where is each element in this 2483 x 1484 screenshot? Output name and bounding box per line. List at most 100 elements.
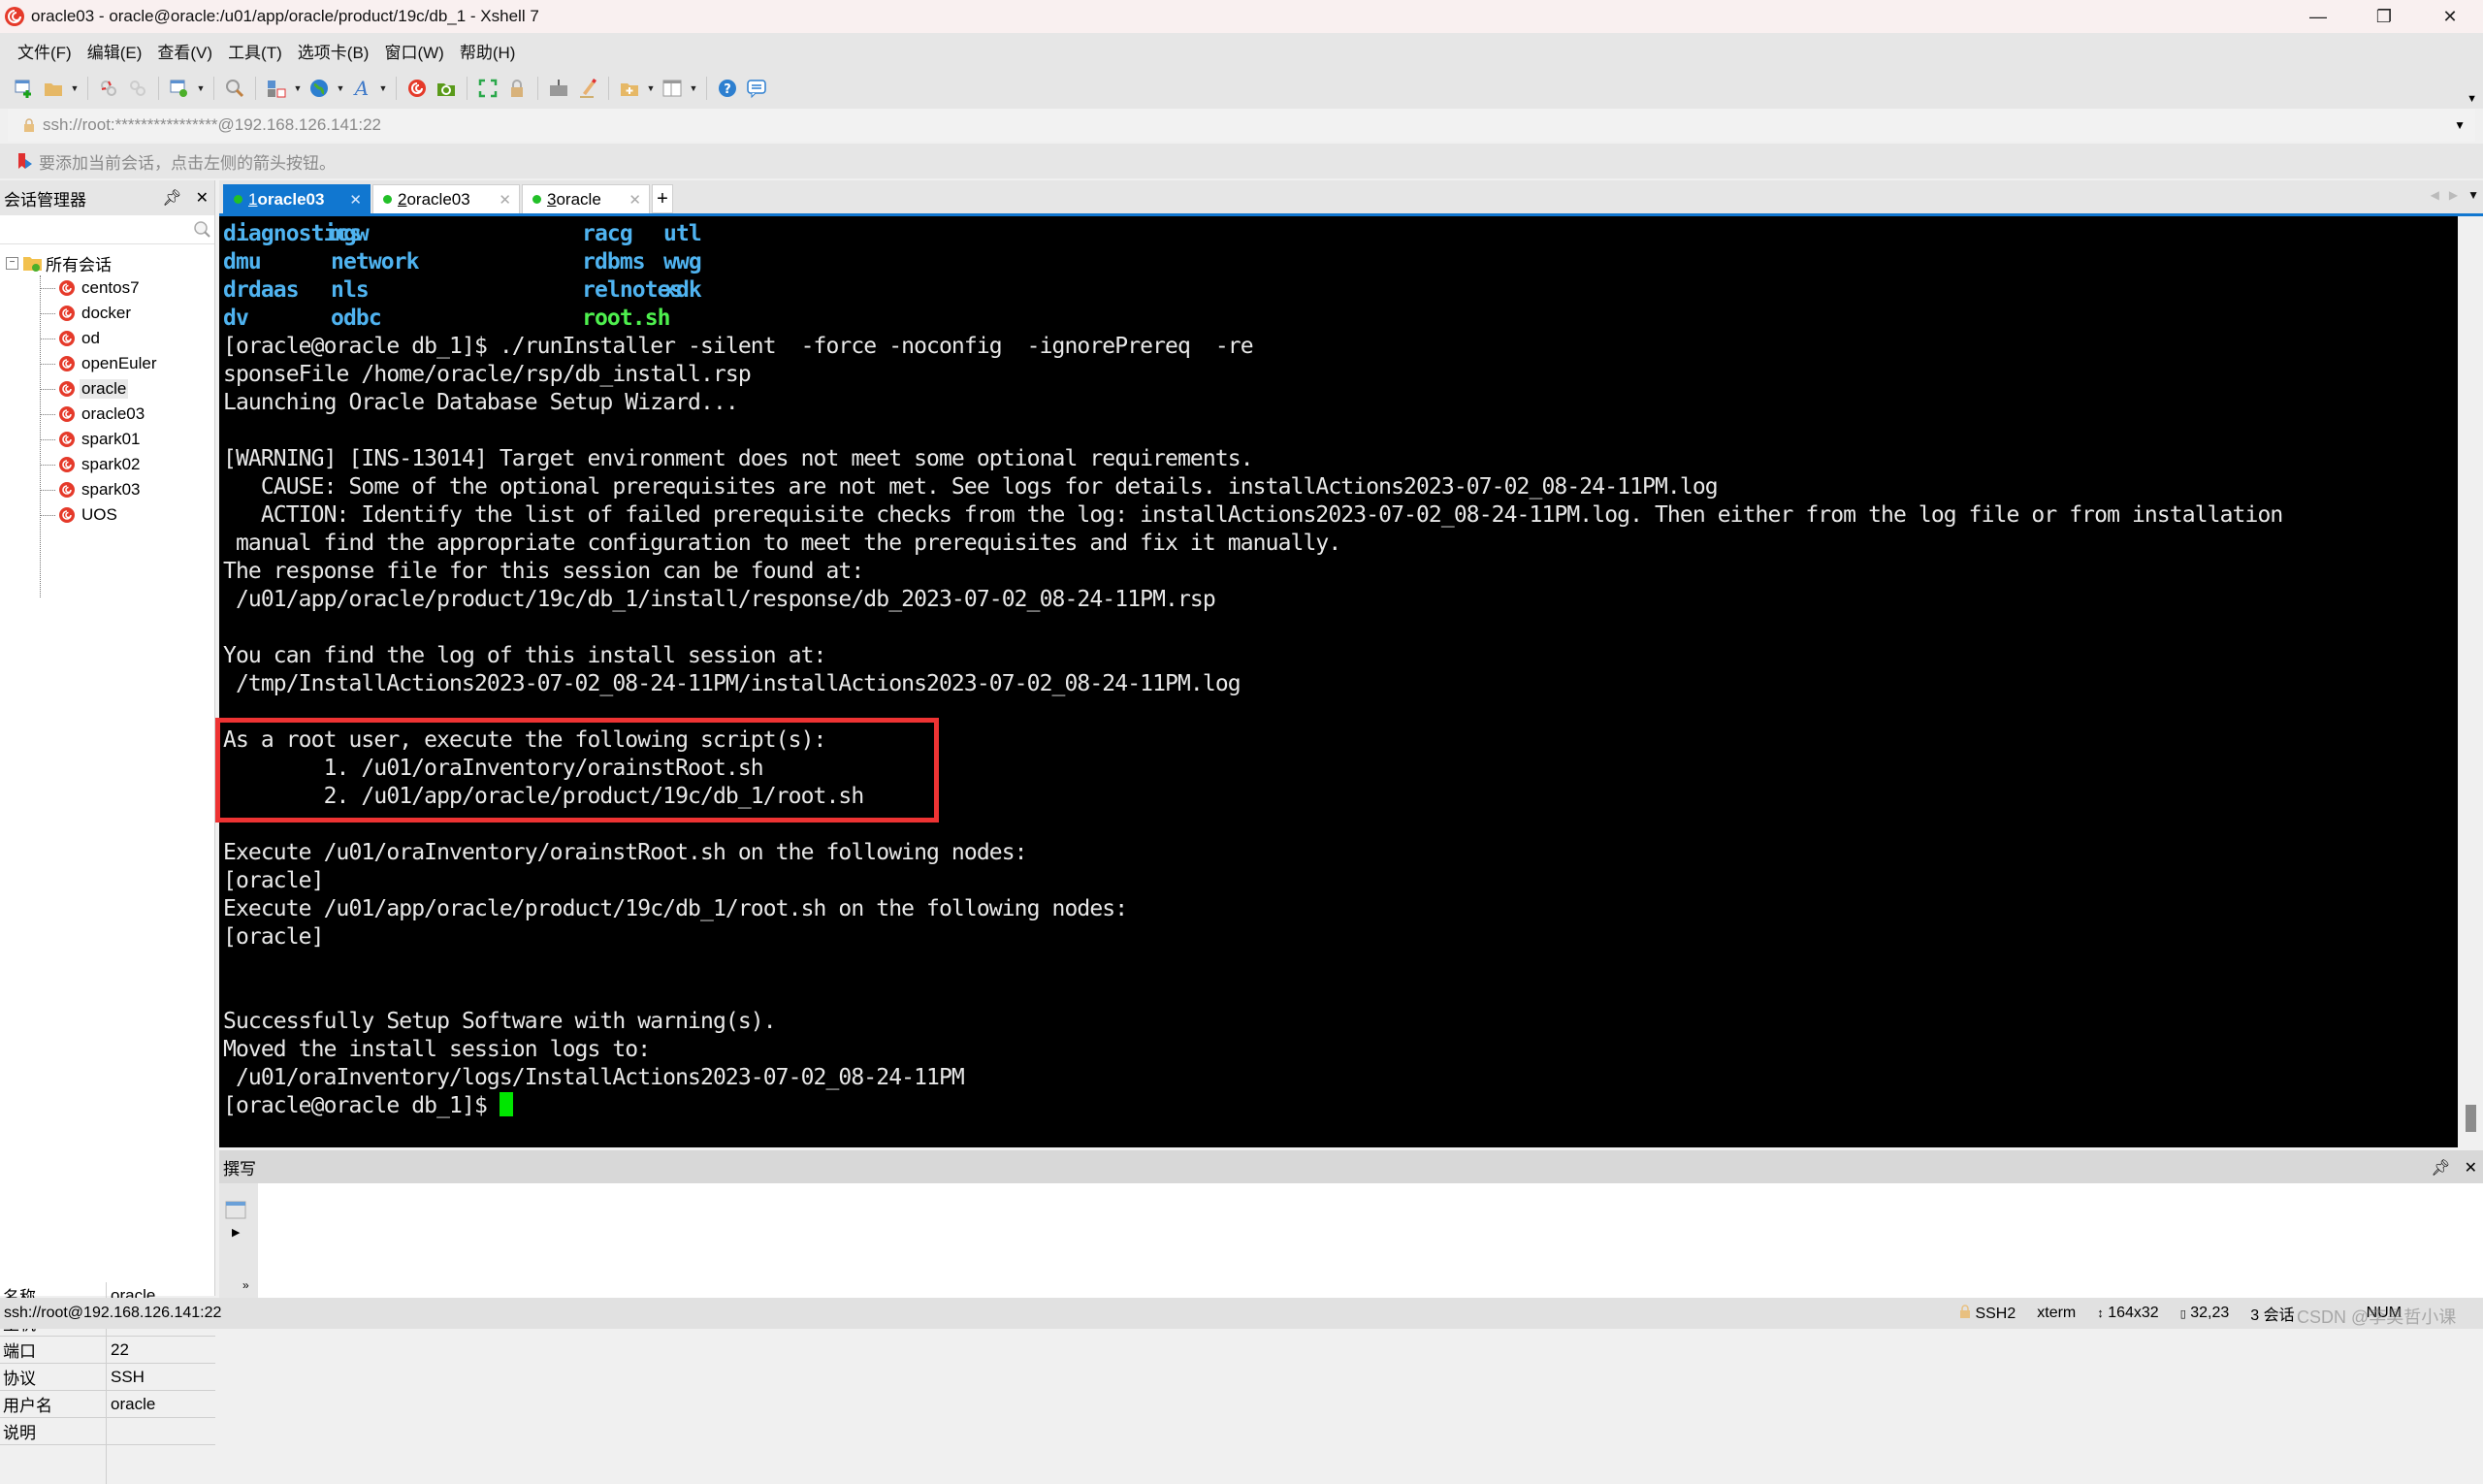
session-item-docker[interactable]: docker — [0, 301, 214, 326]
tab-close-icon[interactable]: ✕ — [629, 191, 641, 209]
scrollbar-thumb[interactable] — [2466, 1105, 2476, 1132]
menu-view[interactable]: 查看(V) — [149, 39, 220, 63]
menu-edit[interactable]: 编辑(E) — [80, 39, 150, 63]
address-dropdown-icon[interactable]: ▼ — [2454, 118, 2466, 132]
transfer-dropdown-icon[interactable]: ▼ — [293, 83, 303, 93]
close-button[interactable]: ✕ — [2417, 0, 2483, 33]
bookmark-arrow-icon[interactable] — [17, 151, 33, 171]
session-item-oracle03[interactable]: oracle03 — [0, 402, 214, 427]
tab-2-oracle03[interactable]: 2 oracle03 ✕ — [372, 184, 520, 213]
terminal[interactable]: diagnostics mgw racg utl dmu network rdbms wwg d… — [219, 216, 2458, 1147]
terminal-line: [oracle] — [223, 924, 324, 950]
session-tree: − 所有会话 centos7 docker od openEuler oracle ora… — [0, 244, 214, 597]
new-tab-button[interactable]: + — [652, 184, 673, 213]
tab-close-icon[interactable]: ✕ — [499, 191, 511, 209]
session-item-centos7[interactable]: centos7 — [0, 275, 214, 301]
pin-icon[interactable]: 📌︎ — [2431, 1158, 2450, 1178]
ls-entry: dmu — [223, 249, 262, 274]
tab-scroll-left-icon[interactable]: ◀ — [2431, 188, 2439, 202]
ls-entry: mgw — [331, 221, 370, 246]
status-cursor-text: 32,23 — [2190, 1305, 2230, 1321]
xftp-icon[interactable] — [434, 76, 459, 101]
property-row: 协议 SSH — [0, 1364, 215, 1391]
close-panel-icon[interactable]: ✕ — [196, 188, 209, 208]
chat-icon[interactable] — [744, 76, 769, 101]
terminal-ls-row: dv odbc root.sh — [223, 305, 2458, 333]
toolbar: ▼ ▼ ▼ ▼ A ▼ ▼ ▼ ? — [0, 68, 2483, 109]
pin-icon[interactable]: 📌︎ — [162, 188, 181, 208]
menu-bar: 文件(F) 编辑(E) 查看(V) 工具(T) 选项卡(B) 窗口(W) 帮助(… — [0, 33, 2483, 68]
ls-entry: odbc — [331, 306, 382, 331]
xshell-session-icon — [59, 482, 75, 498]
collapse-icon[interactable]: − — [6, 256, 18, 270]
menu-tabs[interactable]: 选项卡(B) — [290, 39, 377, 63]
fullscreen-icon[interactable] — [475, 76, 500, 101]
find-icon[interactable] — [222, 76, 247, 101]
font-dropdown-icon[interactable]: ▼ — [378, 83, 388, 93]
tab-3-oracle[interactable]: 3 oracle ✕ — [522, 184, 650, 213]
disconnect-icon[interactable] — [96, 76, 121, 101]
session-item-oracle[interactable]: oracle — [0, 376, 214, 402]
property-value: 22 — [111, 1339, 129, 1359]
session-label: oracle — [80, 379, 129, 399]
highlight-icon[interactable] — [575, 76, 600, 101]
tab-list-dropdown-icon[interactable]: ▼ — [2467, 188, 2479, 202]
terminal-ls-row: diagnostics mgw racg utl — [223, 220, 2458, 248]
tab-1-oracle03[interactable]: 1 oracle03 ✕ — [223, 184, 371, 213]
menu-window[interactable]: 窗口(W) — [376, 39, 451, 63]
transfer-icon[interactable] — [264, 76, 289, 101]
xshell-session-icon — [59, 381, 75, 397]
menu-tools[interactable]: 工具(T) — [220, 39, 290, 63]
new-session-icon[interactable] — [12, 76, 37, 101]
session-item-spark01[interactable]: spark01 — [0, 427, 214, 452]
compose-expand-icon[interactable]: ▶ — [232, 1226, 240, 1239]
address-input[interactable]: ssh://root:****************@192.168.126.… — [43, 115, 381, 135]
xshell-session-icon — [59, 507, 75, 523]
session-search-input[interactable] — [0, 215, 214, 244]
help-icon[interactable]: ? — [715, 76, 740, 101]
open-folder-icon[interactable] — [41, 76, 66, 101]
session-item-spark03[interactable]: spark03 — [0, 477, 214, 502]
close-panel-icon[interactable]: ✕ — [2465, 1158, 2477, 1178]
new-folder-icon[interactable] — [617, 76, 642, 101]
property-key: 说明 — [0, 1418, 107, 1444]
tree-root-all-sessions[interactable]: − 所有会话 — [0, 250, 214, 275]
toolbar-separator — [467, 77, 468, 100]
tab-scroll-right-icon[interactable]: ▶ — [2449, 188, 2458, 202]
xshell-session-icon — [59, 406, 75, 422]
keyboard-icon[interactable] — [546, 76, 571, 101]
tab-close-icon[interactable]: ✕ — [349, 191, 362, 209]
toolbar-overflow-icon[interactable]: ▼ — [2467, 93, 2477, 105]
session-item-uos[interactable]: UOS — [0, 502, 214, 528]
session-properties-icon[interactable] — [167, 76, 192, 101]
xshell-icon[interactable] — [404, 76, 430, 101]
compose-collapse-icon[interactable]: » — [242, 1278, 249, 1292]
status-connection: ssh://root@192.168.126.141:22 — [4, 1305, 222, 1321]
session-item-spark02[interactable]: spark02 — [0, 452, 214, 477]
status-protocol-text: SSH2 — [1975, 1305, 2016, 1322]
open-dropdown-icon[interactable]: ▼ — [70, 83, 80, 93]
layout-dropdown-icon[interactable]: ▼ — [689, 83, 698, 93]
minimize-button[interactable]: — — [2285, 0, 2351, 33]
lock-icon[interactable] — [504, 76, 530, 101]
address-bar[interactable]: ssh://root:****************@192.168.126.… — [8, 109, 2475, 142]
property-row: 说明 — [0, 1418, 215, 1445]
maximize-button[interactable]: ❐ — [2351, 0, 2417, 33]
globe-icon[interactable] — [306, 76, 332, 101]
layout-icon[interactable] — [660, 76, 685, 101]
reconnect-icon[interactable] — [125, 76, 150, 101]
property-key: 协议 — [0, 1364, 107, 1390]
compose-window-icon[interactable] — [225, 1201, 246, 1220]
font-icon[interactable]: A — [349, 76, 374, 101]
search-icon[interactable] — [193, 220, 210, 238]
folder-dropdown-icon[interactable]: ▼ — [646, 83, 656, 93]
globe-dropdown-icon[interactable]: ▼ — [336, 83, 345, 93]
session-item-openeuler[interactable]: openEuler — [0, 351, 214, 376]
properties-dropdown-icon[interactable]: ▼ — [196, 83, 206, 93]
compose-input[interactable] — [258, 1183, 2483, 1298]
terminal-scrollbar[interactable] — [2458, 216, 2483, 1147]
menu-help[interactable]: 帮助(H) — [452, 39, 524, 63]
menu-file[interactable]: 文件(F) — [10, 39, 80, 63]
terminal-line: sponseFile /home/oracle/rsp/db_install.r… — [223, 362, 752, 387]
session-item-od[interactable]: od — [0, 326, 214, 351]
